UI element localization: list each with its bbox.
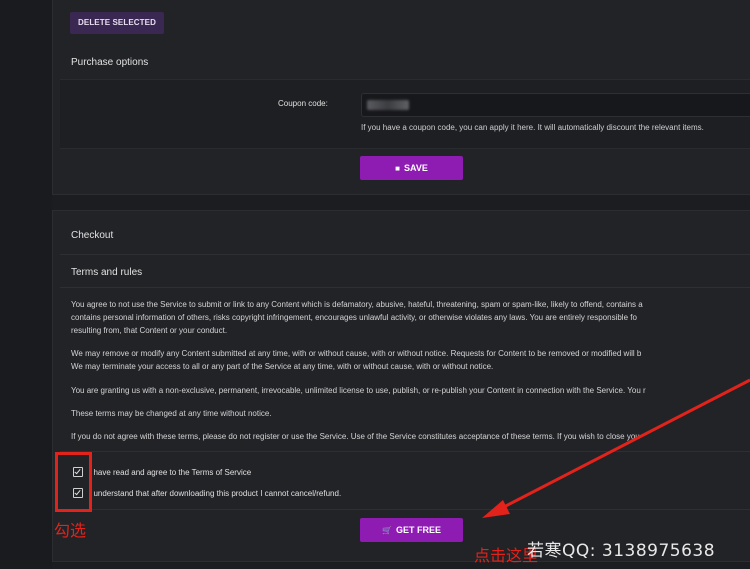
annotation-arrow — [482, 378, 750, 518]
watermark-text: 若寒QQ: 3138975638 — [527, 541, 716, 561]
